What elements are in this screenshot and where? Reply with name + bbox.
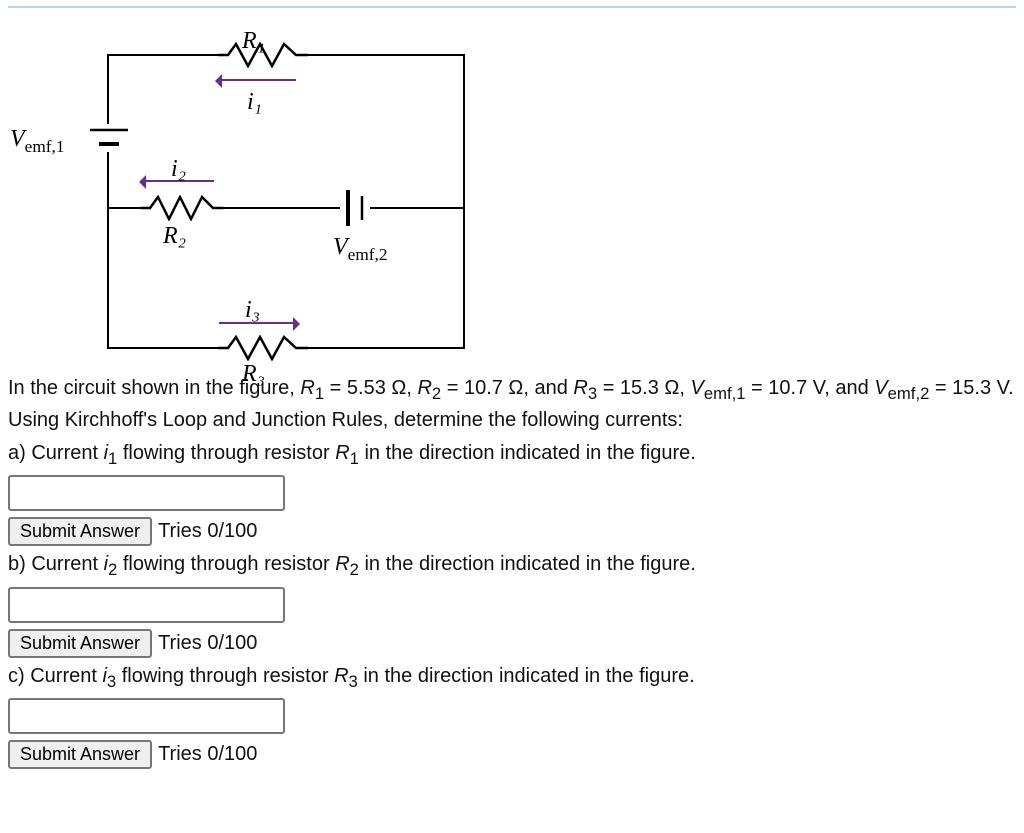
label-R2: R₂ xyxy=(163,219,186,254)
tries-a: Tries 0/100 xyxy=(158,517,257,546)
label-Vemf1: Vemf,1 xyxy=(10,122,64,159)
label-i1: i₁ xyxy=(247,85,262,120)
label-i3: i₃ xyxy=(245,293,260,328)
tries-c: Tries 0/100 xyxy=(158,740,257,769)
label-Vemf2: Vemf,2 xyxy=(333,230,387,267)
circuit-diagram: R₁ i₁ Vemf,1 i₂ R₂ Vemf,2 i₃ R₃ xyxy=(8,12,478,372)
battery-icon xyxy=(90,124,128,161)
battery-icon xyxy=(340,190,370,235)
label-i2: i₂ xyxy=(171,152,186,187)
question-part-b: b) Current i2 flowing through resistor R… xyxy=(8,550,1016,582)
problem-statement: In the circuit shown in the figure, R1 =… xyxy=(8,377,1014,431)
submit-button-b[interactable]: Submit Answer xyxy=(8,629,152,658)
question-part-c: c) Current i3 flowing through resistor R… xyxy=(8,662,1016,694)
answer-input-b[interactable] xyxy=(8,587,285,623)
question-part-a: a) Current i1 flowing through resistor R… xyxy=(8,439,1016,471)
label-R1: R₁ xyxy=(242,24,265,59)
current-arrow-i1 xyxy=(218,79,296,81)
question-body: In the circuit shown in the figure, R1 =… xyxy=(8,374,1016,769)
answer-input-c[interactable] xyxy=(8,698,285,734)
top-divider xyxy=(8,6,1016,8)
label-R3: R₃ xyxy=(242,357,265,392)
answer-input-a[interactable] xyxy=(8,475,285,511)
submit-button-c[interactable]: Submit Answer xyxy=(8,740,152,769)
submit-button-a[interactable]: Submit Answer xyxy=(8,517,152,546)
tries-b: Tries 0/100 xyxy=(158,629,257,658)
